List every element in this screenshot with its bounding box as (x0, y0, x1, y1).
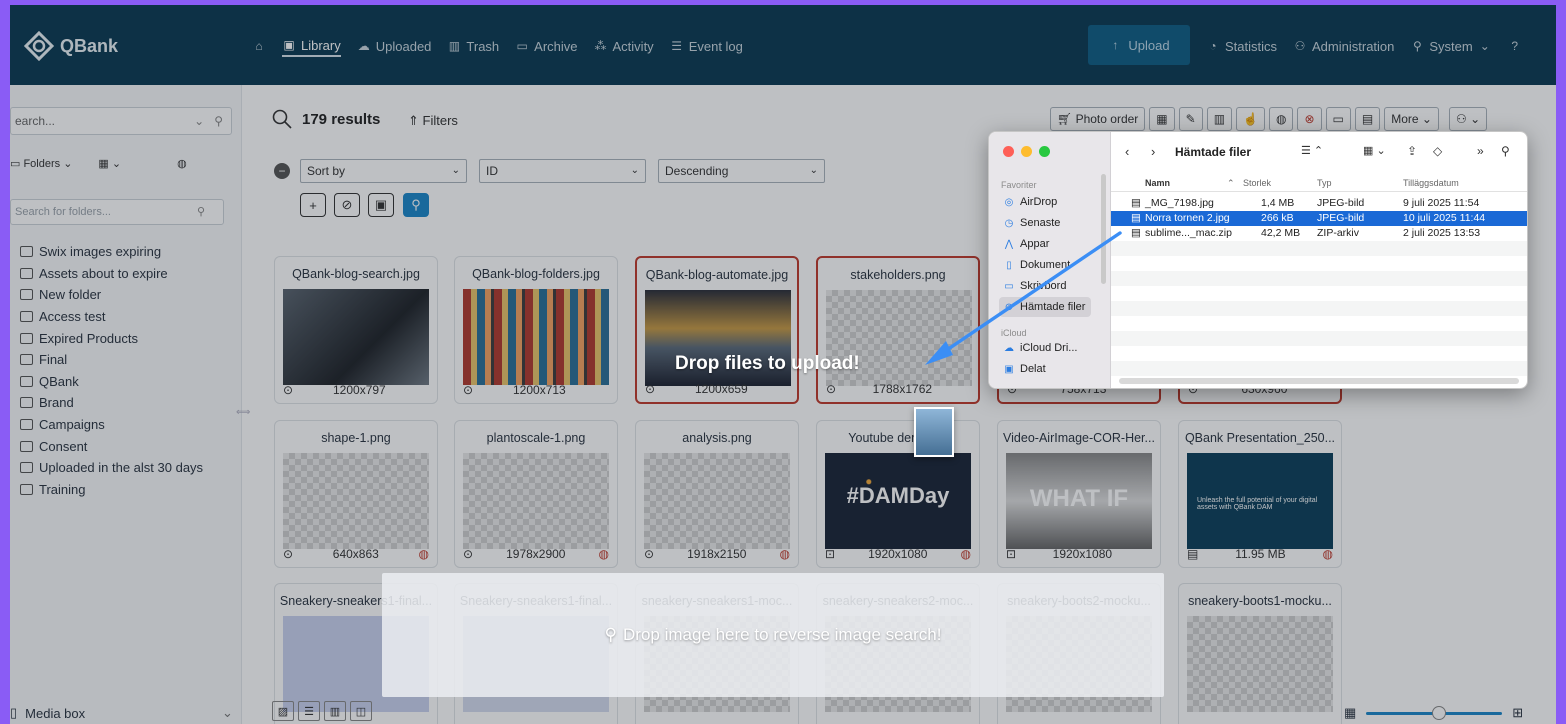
file-size: 1,4 MB (1261, 197, 1295, 209)
finder-title: Hämtade filer (1175, 145, 1252, 159)
shared-icon: ▣ (1004, 363, 1014, 375)
file-row[interactable]: ▤ _MG_7198.jpg 1,4 MB JPEG-bild 9 juli 2025 … (1111, 196, 1527, 211)
finder-sidebar-item[interactable]: ▣ Delat (999, 359, 1091, 379)
file-icon: ▤ (1131, 227, 1141, 239)
empty-row (1111, 301, 1527, 316)
desktop-icon: ▭ (1004, 280, 1014, 292)
finder-sidebar-label: iCloud Dri... (1020, 342, 1078, 354)
finder-sidebar-label: Delat (1020, 363, 1046, 375)
tag-icon[interactable]: ◇ (1433, 144, 1442, 158)
doc-icon: ▯ (1006, 259, 1012, 271)
reverse-image-search-dropzone[interactable]: ⚲ Drop image here to reverse image searc… (382, 573, 1164, 697)
file-name: sublime..._mac.zip (1145, 227, 1232, 239)
finder-sidebar-item[interactable]: ◷ Senaste (999, 213, 1091, 233)
file-type: JPEG-bild (1317, 197, 1365, 209)
search-icon: ⚲ (604, 625, 617, 644)
file-icon: ▤ (1131, 212, 1141, 224)
file-type: JPEG-bild (1317, 212, 1365, 224)
empty-row (1111, 241, 1527, 256)
drop-upload-message: Drop files to upload! (675, 353, 860, 374)
finder-sidebar-label: Appar (1020, 238, 1050, 250)
finder-content: ‹ › Hämtade filer ☰ ⌃ ▦ ⌄ ⇪ ◇ » ⚲ Namn ⌃… (1111, 132, 1527, 388)
finder-window: Favoriter ◎ AirDrop ◷ Senaste ⋀ Appar ▯ Dokumen… (988, 131, 1528, 389)
file-added: 2 juli 2025 13:53 (1403, 227, 1481, 239)
file-icon: ▤ (1131, 197, 1141, 209)
column-size[interactable]: Storlek (1243, 178, 1271, 188)
finder-sidebar-scrollbar[interactable] (1101, 174, 1106, 284)
zoom-window-button[interactable] (1039, 146, 1050, 157)
file-size: 42,2 MB (1261, 227, 1301, 239)
empty-row (1111, 256, 1527, 271)
close-window-button[interactable] (1003, 146, 1014, 157)
minimize-window-button[interactable] (1021, 146, 1032, 157)
sort-asc-icon: ⌃ (1227, 178, 1235, 188)
finder-sidebar-label: Senaste (1020, 217, 1061, 229)
empty-row (1111, 346, 1527, 361)
finder-sidebar-label: Dokument (1020, 259, 1071, 271)
file-row[interactable]: ▤ Norra tornen 2.jpg 266 kB JPEG-bild 10 jul… (1111, 211, 1527, 226)
finder-sidebar-item[interactable]: ◎ AirDrop (999, 192, 1091, 212)
column-name[interactable]: Namn (1145, 178, 1170, 188)
apps-icon: ⋀ (1004, 238, 1014, 250)
forward-icon[interactable]: › (1151, 144, 1155, 159)
icloud-header: iCloud (1001, 328, 1027, 338)
finder-sidebar: Favoriter ◎ AirDrop ◷ Senaste ⋀ Appar ▯ Dokumen… (989, 132, 1111, 388)
file-size: 266 kB (1261, 212, 1294, 224)
finder-horizontal-scrollbar[interactable] (1119, 378, 1519, 384)
reverse-search-message: Drop image here to reverse image search! (623, 625, 942, 644)
finder-sidebar-label: Hämtade filer (1020, 301, 1086, 313)
file-name: _MG_7198.jpg (1145, 197, 1214, 209)
empty-row (1111, 271, 1527, 286)
empty-row (1111, 331, 1527, 346)
share-icon[interactable]: ⇪ (1407, 144, 1417, 158)
group-icon[interactable]: ▦ ⌄ (1363, 144, 1386, 157)
app-window: QBank ⌂ ▣ Library ☁ Uploaded ▥ Trash ▭ Archi… (10, 5, 1556, 724)
back-icon[interactable]: ‹ (1125, 144, 1129, 159)
empty-row (1111, 316, 1527, 331)
airdrop-icon: ◎ (1004, 196, 1014, 208)
file-added: 9 juli 2025 11:54 (1403, 197, 1480, 209)
window-controls (1003, 146, 1050, 157)
file-type: ZIP-arkiv (1317, 227, 1359, 239)
finder-sidebar-item[interactable]: ⊕ Hämtade filer (999, 297, 1091, 317)
cloud-icon: ☁ (1004, 342, 1014, 354)
file-added: 10 juli 2025 11:44 (1403, 212, 1486, 224)
empty-row (1111, 361, 1527, 376)
download-icon: ⊕ (1004, 301, 1014, 313)
finder-sidebar-item[interactable]: ▭ Skrivbord (999, 276, 1091, 296)
empty-row (1111, 286, 1527, 301)
favorites-header: Favoriter (1001, 180, 1037, 190)
file-list-header: Namn ⌃ Storlek Typ Tilläggsdatum (1111, 174, 1527, 192)
finder-sidebar-item[interactable]: ⋀ Appar (999, 234, 1091, 254)
drag-ghost-image (914, 407, 954, 457)
finder-sidebar-label: AirDrop (1020, 196, 1058, 208)
finder-sidebar-label: Skrivbord (1020, 280, 1067, 292)
column-added[interactable]: Tilläggsdatum (1403, 178, 1459, 188)
more-tools-icon[interactable]: » (1477, 144, 1484, 158)
file-row[interactable]: ▤ sublime..._mac.zip 42,2 MB ZIP-arkiv 2 jul… (1111, 226, 1527, 241)
clock-icon: ◷ (1004, 217, 1014, 229)
search-icon[interactable]: ⚲ (1501, 144, 1510, 158)
finder-sidebar-item[interactable]: ▯ Dokument (999, 255, 1091, 275)
column-type[interactable]: Typ (1317, 178, 1332, 188)
list-view-icon[interactable]: ☰ ⌃ (1301, 144, 1323, 157)
file-name: Norra tornen 2.jpg (1145, 212, 1230, 224)
finder-sidebar-item[interactable]: ☁ iCloud Dri... (999, 338, 1091, 358)
